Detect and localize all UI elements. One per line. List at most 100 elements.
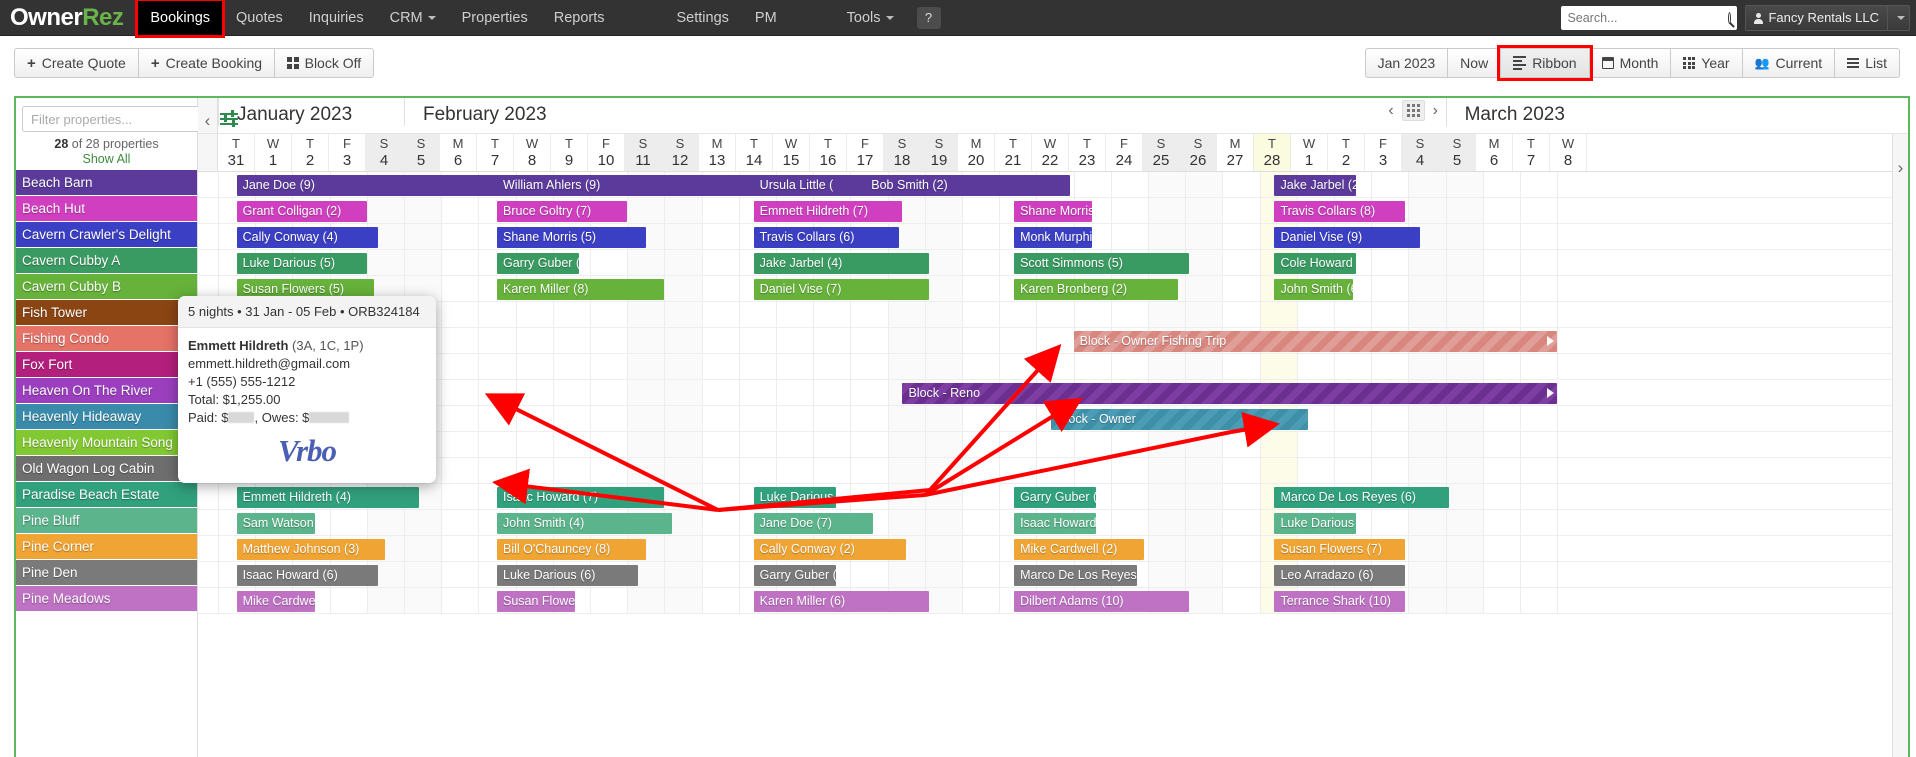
nav-item-inquiries[interactable]: Inquiries [296, 0, 377, 36]
calendar-booking-bar[interactable]: Cally Conway (2) [753, 539, 907, 560]
search-box[interactable] [1561, 6, 1738, 30]
sidebar-property-row[interactable]: Heavenly Mountain Song [16, 430, 197, 456]
calendar-booking-bar[interactable]: Susan Flower [497, 591, 576, 612]
calendar-booking-bar[interactable]: John Smith (4) [497, 513, 672, 534]
calendar-booking-bar[interactable]: Bob Smith (2) [865, 175, 1070, 196]
day-header-cell[interactable]: T 31 [218, 134, 255, 171]
nav-item-quotes[interactable]: Quotes [223, 0, 296, 36]
day-header-cell[interactable]: S 11 [625, 134, 662, 171]
calendar-booking-bar[interactable]: Shane Morris [1014, 201, 1093, 222]
block-off-button[interactable]: Block Off [274, 48, 375, 78]
day-header-cell[interactable]: W1 [255, 134, 292, 171]
day-header-cell[interactable]: F 24 [1106, 134, 1143, 171]
calendar-booking-bar[interactable]: Travis Collars (8) [1274, 201, 1405, 222]
calendar-booking-bar[interactable]: Marco De Los Reyes (6) [1274, 487, 1450, 508]
day-header-cell[interactable]: M 13 [699, 134, 736, 171]
sidebar-property-row[interactable]: Pine Bluff [16, 508, 197, 534]
calendar-booking-bar[interactable]: Isaac Howard [1014, 513, 1096, 534]
calendar-booking-bar[interactable]: Terrance Shark (10) [1274, 591, 1405, 612]
sidebar-property-row[interactable]: Paradise Beach Estate [16, 482, 197, 508]
calendar-booking-bar[interactable]: Sam Watson [236, 513, 315, 534]
calendar-booking-bar[interactable]: Karen Miller (6) [753, 591, 929, 612]
calendar-booking-bar[interactable]: Garry Guber ( [753, 565, 836, 586]
calendar-booking-bar[interactable]: Scott Simmons (5) [1014, 253, 1189, 274]
shift-right-button[interactable]: › [1433, 102, 1438, 120]
day-header-cell[interactable]: T7 [1513, 134, 1550, 171]
day-header-cell[interactable]: F 10 [588, 134, 625, 171]
sidebar-property-row[interactable]: Heaven On The River [16, 378, 197, 404]
create-quote-button[interactable]: + Create Quote [14, 48, 139, 78]
calendar-booking-bar[interactable]: Luke Darious [753, 487, 836, 508]
day-header-cell[interactable]: W 22 [1032, 134, 1069, 171]
calendar-booking-bar[interactable]: Karen Bronberg (2) [1014, 279, 1178, 300]
calendar-booking-bar[interactable]: Jake Jarbel (2 [1274, 175, 1357, 196]
calendar-booking-bar[interactable]: Susan Flowers (7) [1274, 539, 1405, 560]
show-all-link[interactable]: Show All [16, 151, 197, 170]
day-header-cell[interactable]: S4 [1402, 134, 1439, 171]
calendar-booking-bar[interactable]: Leo Arradazo (6) [1274, 565, 1405, 586]
nav-item-crm[interactable]: CRM [377, 0, 449, 36]
sidebar-property-row[interactable]: Cavern Cubby B [16, 274, 197, 300]
day-header-cell[interactable]: T 21 [995, 134, 1032, 171]
calendar-booking-bar[interactable]: Shane Morris (5) [497, 227, 646, 248]
calendar-booking-bar[interactable]: Cole Howard [1274, 253, 1357, 274]
ownerrez-logo[interactable]: OwnerRez [0, 0, 137, 36]
day-header-cell[interactable]: S 25 [1143, 134, 1180, 171]
calendar-booking-bar[interactable]: Bruce Goltry (7) [497, 201, 628, 222]
day-header-cell[interactable]: S 19 [921, 134, 958, 171]
day-header-cell[interactable]: T2 [292, 134, 329, 171]
create-booking-button[interactable]: + Create Booking [137, 48, 276, 78]
calendar-booking-bar[interactable]: Emmett Hildreth (4) [236, 487, 419, 508]
sidebar-property-row[interactable]: Old Wagon Log Cabin [16, 456, 197, 482]
day-header-cell[interactable]: W8 [1550, 134, 1587, 171]
calendar-booking-bar[interactable]: Emmett Hildreth (7) [753, 201, 903, 222]
day-header-cell[interactable]: F3 [1365, 134, 1402, 171]
day-header-cell[interactable]: T7 [477, 134, 514, 171]
calendar-booking-bar[interactable]: Dilbert Adams (10) [1014, 591, 1189, 612]
view-tab-year[interactable]: Year [1670, 48, 1743, 78]
sidebar-property-row[interactable]: Pine Meadows [16, 586, 197, 612]
day-header-cell[interactable]: T 28 [1254, 134, 1291, 171]
sidebar-property-row[interactable]: Heavenly Hideaway [16, 404, 197, 430]
property-filter-input[interactable] [22, 106, 216, 132]
nav-item-pm[interactable]: PM [742, 0, 790, 36]
day-header-cell[interactable]: S 26 [1180, 134, 1217, 171]
period-button[interactable]: Jan 2023 [1364, 48, 1449, 78]
calendar-booking-bar[interactable]: Mike Cardwell (2) [1014, 539, 1145, 560]
calendar-booking-bar[interactable]: Jane Doe (9) [236, 175, 520, 196]
calendar-booking-bar[interactable]: Daniel Vise (9) [1274, 227, 1420, 248]
day-header-cell[interactable]: T 23 [1069, 134, 1106, 171]
calendar-booking-bar[interactable]: Garry Guber ( [1014, 487, 1096, 508]
nav-item-reports[interactable]: Reports [541, 0, 618, 36]
day-header-cell[interactable]: W 15 [773, 134, 810, 171]
tooltip-email[interactable]: emmett.hildreth@gmail.com [188, 355, 426, 373]
calendar-booking-bar[interactable]: Karen Miller (8) [497, 279, 665, 300]
calendar-block-bar[interactable]: Block - Owner [1051, 409, 1308, 430]
calendar-booking-bar[interactable]: Garry Guber ( [497, 253, 579, 274]
calendar-booking-bar[interactable]: Cally Conway (4) [236, 227, 378, 248]
nav-item-tools[interactable]: Tools [834, 0, 907, 36]
search-input[interactable] [1567, 11, 1729, 25]
calendar-booking-bar[interactable]: Ursula Little ( [753, 175, 877, 196]
view-tab-ribbon[interactable]: Ribbon [1497, 45, 1593, 81]
sidebar-property-row[interactable]: Cavern Crawler's Delight [16, 222, 197, 248]
calendar-booking-bar[interactable]: Bill O'Chauncey (8) [497, 539, 646, 560]
day-header-cell[interactable]: M6 [1476, 134, 1513, 171]
sidebar-property-row[interactable]: Cavern Cubby A [16, 248, 197, 274]
help-button[interactable]: ? [916, 6, 941, 29]
day-header-cell[interactable]: T 14 [736, 134, 773, 171]
calendar-booking-bar[interactable]: Matthew Johnson (3) [236, 539, 386, 560]
day-header-cell[interactable]: W8 [514, 134, 551, 171]
calendar-booking-bar[interactable]: Luke Darious (5) [236, 253, 367, 274]
day-header-cell[interactable]: W1 [1291, 134, 1328, 171]
calendar-booking-bar[interactable]: Isaac Howard (6) [236, 565, 378, 586]
sidebar-property-row[interactable]: Beach Barn [16, 170, 197, 196]
day-header-cell[interactable]: T9 [551, 134, 588, 171]
sidebar-property-row[interactable]: Fishing Condo [16, 326, 197, 352]
sidebar-property-row[interactable]: Pine Corner [16, 534, 197, 560]
day-header-cell[interactable]: M 27 [1217, 134, 1254, 171]
sidebar-property-row[interactable]: Pine Den [16, 560, 197, 586]
calendar-booking-bar[interactable]: Jane Doe (7) [753, 513, 873, 534]
day-header-cell[interactable]: S 18 [884, 134, 921, 171]
calendar-block-bar[interactable]: Block - Owner Fishing Trip [1073, 331, 1558, 352]
